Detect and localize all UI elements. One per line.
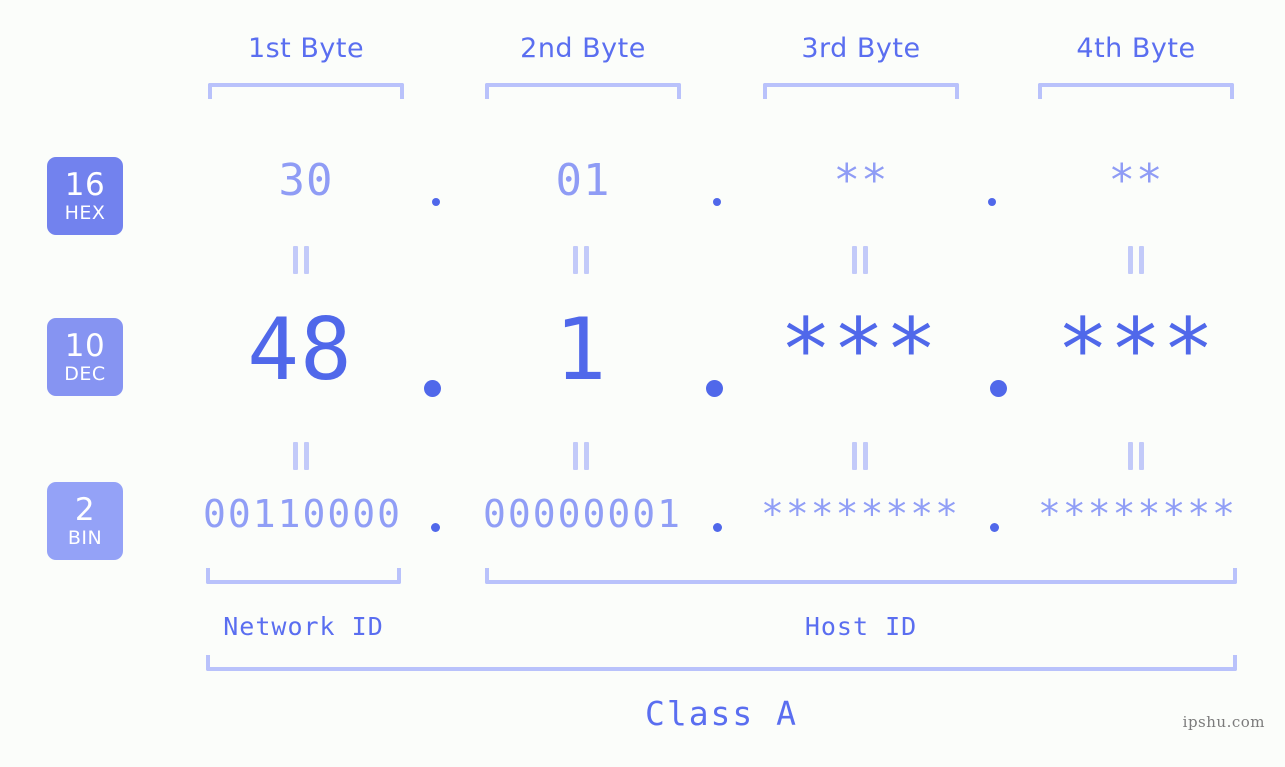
equals-sign-hex-dec-3: [850, 246, 870, 274]
base-badge-hex-name: HEX: [64, 201, 106, 224]
equals-sign-dec-bin-2: [571, 442, 591, 470]
dec-byte-1: 48: [247, 300, 353, 400]
dec-byte-4: ***: [1056, 300, 1216, 400]
bin-separator-dot-2: [713, 523, 722, 532]
base-badge-bin-number: 2: [74, 491, 96, 528]
network-id-bracket: [206, 568, 401, 584]
base-badge-dec-name: DEC: [64, 362, 106, 385]
byte-header-2: 2nd Byte: [520, 33, 646, 64]
ip-address-breakdown-diagram: 1st Byte 2nd Byte 3rd Byte 4th Byte 16 H…: [0, 0, 1285, 767]
hex-separator-dot-3: [988, 198, 996, 206]
equals-sign-hex-dec-1: [291, 246, 311, 274]
byte-bracket-2: [485, 83, 681, 99]
equals-sign-hex-dec-4: [1126, 246, 1146, 274]
base-badge-hex: 16 HEX: [47, 157, 123, 235]
dec-byte-2: 1: [554, 300, 608, 400]
base-badge-bin-name: BIN: [67, 526, 103, 549]
site-watermark: ipshu.com: [1182, 713, 1265, 731]
hex-byte-4: **: [1108, 155, 1164, 206]
base-badge-hex-number: 16: [64, 166, 106, 203]
base-badge-bin: 2 BIN: [47, 482, 123, 560]
equals-sign-hex-dec-2: [571, 246, 591, 274]
bin-byte-2: 00000001: [483, 492, 683, 536]
class-label: Class A: [644, 694, 799, 733]
byte-header-3: 3rd Byte: [801, 33, 921, 64]
host-id-bracket: [485, 568, 1237, 584]
bin-byte-1: 00110000: [203, 492, 403, 536]
host-id-label: Host ID: [804, 612, 918, 641]
network-id-label: Network ID: [223, 612, 384, 641]
hex-byte-1: 30: [278, 155, 334, 206]
byte-header-1: 1st Byte: [247, 33, 365, 64]
dec-separator-dot-3: [990, 380, 1007, 397]
equals-sign-dec-bin-1: [291, 442, 311, 470]
byte-bracket-3: [763, 83, 959, 99]
hex-byte-2: 01: [555, 155, 611, 206]
dec-separator-dot-1: [424, 380, 441, 397]
bin-byte-3: ********: [761, 492, 961, 536]
dec-separator-dot-2: [706, 380, 723, 397]
hex-byte-3: **: [833, 155, 889, 206]
dec-byte-3: ***: [779, 300, 939, 400]
equals-sign-dec-bin-4: [1126, 442, 1146, 470]
equals-sign-dec-bin-3: [850, 442, 870, 470]
byte-bracket-1: [208, 83, 404, 99]
hex-separator-dot-1: [432, 198, 440, 206]
byte-header-4: 4th Byte: [1076, 33, 1196, 64]
hex-separator-dot-2: [713, 198, 721, 206]
base-badge-dec: 10 DEC: [47, 318, 123, 396]
base-badge-dec-number: 10: [64, 327, 106, 364]
byte-bracket-4: [1038, 83, 1234, 99]
class-bracket: [206, 655, 1237, 671]
bin-separator-dot-1: [431, 523, 440, 532]
bin-byte-4: ********: [1038, 492, 1238, 536]
bin-separator-dot-3: [990, 523, 999, 532]
